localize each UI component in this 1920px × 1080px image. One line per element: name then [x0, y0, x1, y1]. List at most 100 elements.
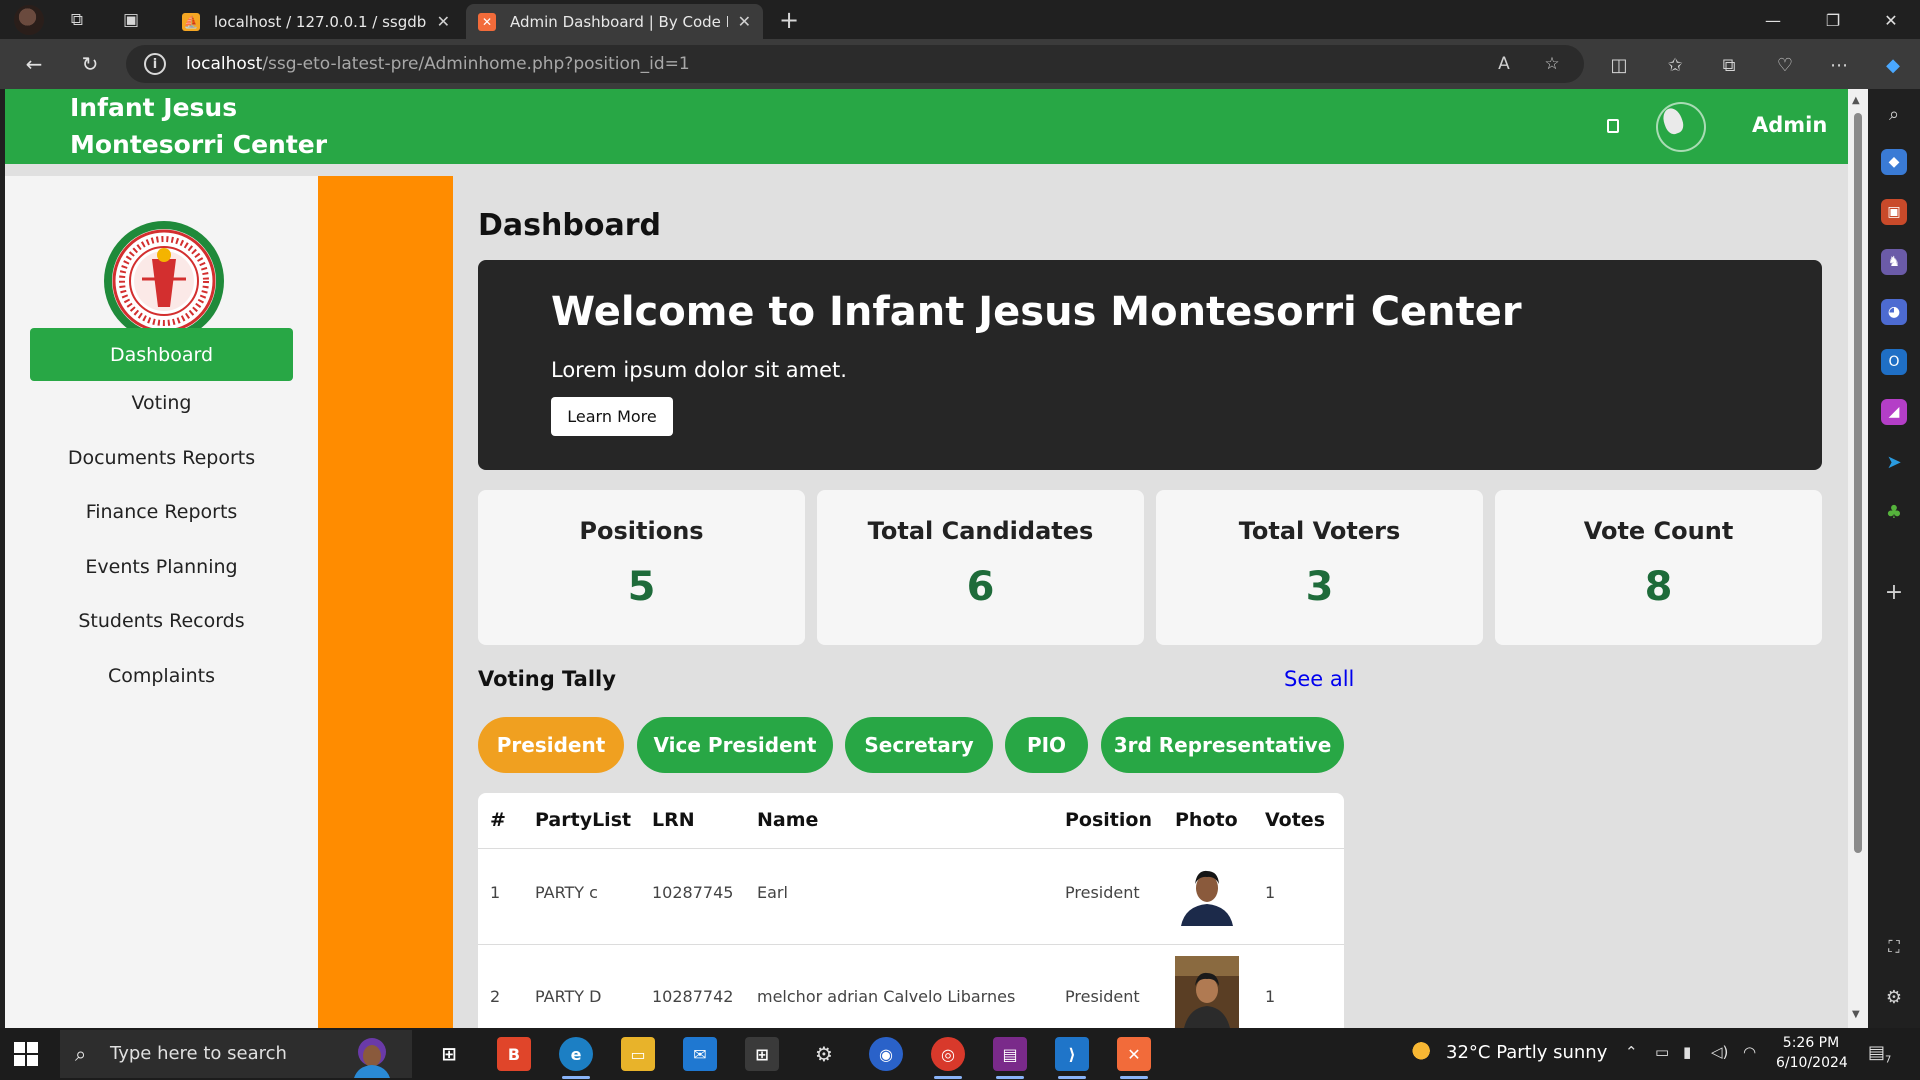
url-text[interactable]: localhost/ssg-eto-latest-pre/Adminhome.p…: [186, 54, 690, 74]
tab-vice-president[interactable]: Vice President: [637, 717, 833, 773]
site-info-icon[interactable]: i: [144, 53, 166, 75]
sidebar-item-complaints[interactable]: Complaints: [30, 649, 293, 702]
profile-avatar-icon[interactable]: [14, 5, 44, 35]
user-name-label[interactable]: Admin: [1752, 113, 1827, 137]
shopping-tag-icon[interactable]: ◆: [1881, 149, 1907, 175]
column-header-photo: Photo: [1175, 809, 1238, 831]
column-header-lrn: LRN: [652, 809, 695, 831]
see-all-link[interactable]: See all: [1284, 667, 1354, 691]
xampp-icon[interactable]: ✕: [1117, 1037, 1151, 1079]
meet-now-icon[interactable]: ▭: [1655, 1043, 1669, 1061]
notification-icon[interactable]: [1607, 119, 1619, 133]
read-aloud-icon[interactable]: A: [1492, 52, 1516, 76]
notification-center-icon[interactable]: ▤7: [1868, 1042, 1891, 1066]
screenshot-icon[interactable]: ⛶: [1881, 934, 1907, 960]
add-app-icon[interactable]: +: [1881, 579, 1907, 605]
cell-lrn: 10287745: [652, 883, 734, 902]
more-menu-icon[interactable]: ⋯: [1826, 52, 1852, 78]
show-hidden-icons-icon[interactable]: ⌃: [1625, 1043, 1638, 1061]
favorite-star-icon[interactable]: ☆: [1540, 52, 1564, 76]
tree-icon[interactable]: ♣: [1881, 499, 1907, 525]
tools-icon[interactable]: ▣: [1881, 199, 1907, 225]
sidebar-item-documents-reports[interactable]: Documents Reports: [30, 431, 293, 484]
page-scrollbar[interactable]: ▲ ▼: [1848, 89, 1868, 1028]
column-header-name: Name: [757, 809, 819, 831]
cell-partylist: PARTY D: [535, 987, 602, 1006]
refresh-icon[interactable]: ↻: [76, 50, 104, 78]
sidebar-item-events-planning[interactable]: Events Planning: [30, 540, 293, 593]
close-tab-icon[interactable]: ✕: [738, 12, 751, 31]
scrollbar-thumb[interactable]: [1854, 113, 1862, 853]
user-avatar[interactable]: [1656, 102, 1706, 152]
task-view-icon[interactable]: ⊞: [432, 1037, 466, 1071]
outlook-icon[interactable]: O: [1881, 349, 1907, 375]
windows-start-icon[interactable]: [14, 1042, 38, 1066]
phpmyadmin-favicon-icon: ⛵: [182, 12, 200, 31]
sidebar-item-finance-reports[interactable]: Finance Reports: [30, 485, 293, 538]
brand-title[interactable]: Infant Jesus Montesorri Center: [70, 89, 327, 163]
firefox-icon[interactable]: ◉: [869, 1037, 903, 1071]
learn-more-button[interactable]: Learn More: [551, 397, 673, 436]
copilot-app-icon[interactable]: ◕: [1881, 299, 1907, 325]
tab-president[interactable]: President: [478, 717, 624, 773]
weather-widget[interactable]: 32°C Partly sunny: [1410, 1042, 1607, 1064]
tab-secretary[interactable]: Secretary: [845, 717, 993, 773]
volume-icon[interactable]: ◁): [1711, 1043, 1728, 1061]
browser-essentials-icon[interactable]: ♡: [1772, 52, 1798, 78]
brave-browser-icon[interactable]: B: [497, 1037, 531, 1071]
column-header-votes: Votes: [1265, 809, 1325, 831]
system-clock[interactable]: 5:26 PM 6/10/2024: [1776, 1033, 1848, 1073]
split-screen-icon[interactable]: ◫: [1606, 52, 1632, 78]
wifi-icon[interactable]: ◠: [1743, 1043, 1756, 1061]
cell-lrn: 10287742: [652, 987, 734, 1006]
tab-phpmyadmin[interactable]: ⛵ localhost / 127.0.0.1 / ssgdbmast ✕: [170, 4, 462, 39]
scroll-down-icon[interactable]: ▼: [1852, 1009, 1860, 1020]
minimize-icon[interactable]: —: [1750, 5, 1796, 35]
page-title: Dashboard: [478, 208, 661, 243]
winrar-icon[interactable]: ▤: [993, 1037, 1027, 1079]
new-tab-button[interactable]: +: [776, 6, 802, 34]
tab-pio[interactable]: PIO: [1005, 717, 1088, 773]
close-window-icon[interactable]: ✕: [1868, 5, 1914, 35]
welcome-banner: Welcome to Infant Jesus Montesorri Cente…: [478, 260, 1822, 470]
brand-line-2: Montesorri Center: [70, 130, 328, 159]
cell-position: President: [1065, 987, 1140, 1006]
partly-sunny-icon: [1410, 1042, 1438, 1064]
battery-icon[interactable]: ▮: [1683, 1043, 1691, 1061]
send-icon[interactable]: ➤: [1881, 449, 1907, 475]
scroll-up-icon[interactable]: ▲: [1852, 95, 1860, 106]
collections-icon[interactable]: ⧉: [1716, 52, 1742, 78]
vscode-icon[interactable]: ⟩: [1055, 1037, 1089, 1079]
tab-actions-icon[interactable]: ▣: [118, 7, 144, 33]
file-explorer-icon[interactable]: ▭: [621, 1037, 655, 1071]
settings-app-icon[interactable]: ⚙: [807, 1037, 841, 1071]
sidebar-item-dashboard[interactable]: Dashboard: [30, 328, 293, 381]
tab-admin-dashboard[interactable]: ✕ Admin Dashboard | By Code Info ✕: [466, 4, 763, 39]
stat-card-total-candidates: Total Candidates 6: [817, 490, 1144, 645]
mail-icon[interactable]: ✉: [683, 1037, 717, 1071]
close-tab-icon[interactable]: ✕: [437, 12, 450, 31]
address-bar[interactable]: i localhost/ssg-eto-latest-pre/Adminhome…: [126, 45, 1584, 83]
browser-tab-bar: ⧉ ▣ ⛵ localhost / 127.0.0.1 / ssgdbmast …: [0, 0, 1920, 39]
tab-3rd-representative[interactable]: 3rd Representative: [1101, 717, 1344, 773]
workspaces-icon[interactable]: ⧉: [64, 7, 90, 33]
games-icon[interactable]: ♞: [1881, 249, 1907, 275]
stat-label: Total Candidates: [867, 517, 1094, 545]
back-icon[interactable]: ←: [20, 50, 48, 78]
sidebar-item-voting[interactable]: Voting: [30, 376, 293, 429]
favorites-icon[interactable]: ✩: [1662, 52, 1688, 78]
header-divider: [478, 848, 1344, 849]
settings-icon[interactable]: ⚙: [1881, 984, 1907, 1010]
copilot-icon[interactable]: ◆: [1880, 52, 1906, 78]
stat-card-vote-count: Vote Count 8: [1495, 490, 1822, 645]
taskbar-search[interactable]: ⌕ Type here to search: [60, 1030, 412, 1078]
search-highlight-illustration: [354, 1038, 390, 1078]
designer-icon[interactable]: ◢: [1881, 399, 1907, 425]
search-icon[interactable]: ⌕: [1881, 101, 1907, 127]
edge-browser-icon[interactable]: e: [559, 1037, 593, 1079]
restore-icon[interactable]: ❐: [1810, 5, 1856, 35]
search-placeholder: Type here to search: [110, 1043, 287, 1064]
microsoft-store-icon[interactable]: ⊞: [745, 1037, 779, 1071]
sidebar-item-students-records[interactable]: Students Records: [30, 594, 293, 647]
chrome-icon[interactable]: ◎: [931, 1037, 965, 1079]
